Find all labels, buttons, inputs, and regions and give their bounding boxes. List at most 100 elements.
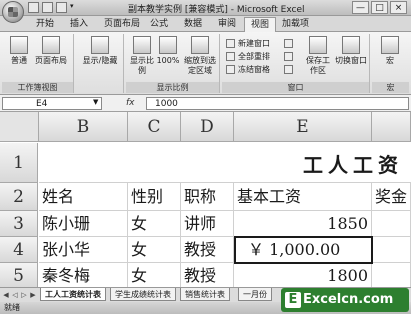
sheet-tab-sales[interactable]: 销售统计表 xyxy=(180,288,230,301)
undo-icon[interactable] xyxy=(42,2,53,13)
table-cell[interactable]: 张小华 xyxy=(39,237,128,263)
ribbon: 普通 页面布局 工作簿视图 显示/隐藏 显示比例 100% 缩放到选定区域 显示… xyxy=(0,32,411,95)
tab-insert[interactable]: 插入 xyxy=(64,17,94,32)
prev-sheet-icon[interactable]: ◁ xyxy=(11,290,19,300)
table-cell[interactable]: 教授 xyxy=(181,237,234,263)
page-layout-view-button[interactable]: 页面布局 xyxy=(34,36,68,66)
zoom-button[interactable]: 显示比例 xyxy=(128,36,156,76)
close-button[interactable]: × xyxy=(390,1,407,14)
office-button[interactable] xyxy=(2,1,24,23)
window-title: 副本教学实例 [兼容模式] - Microsoft Excel xyxy=(128,5,305,15)
table-cell[interactable]: 女 xyxy=(128,263,181,287)
excel-logo-icon: E xyxy=(285,292,301,308)
zoom-100-button[interactable]: 100% xyxy=(156,36,180,66)
tab-formulas[interactable]: 公式 xyxy=(144,17,174,32)
show-hide-button[interactable]: 显示/隐藏 xyxy=(80,36,120,66)
column-header-d[interactable]: D xyxy=(181,112,234,142)
first-sheet-icon[interactable]: ◀ xyxy=(2,290,10,300)
row-header-3[interactable]: 3 xyxy=(0,211,38,237)
page-layout-view-label: 页面布局 xyxy=(35,56,67,65)
hide-icon xyxy=(284,52,293,61)
table-cell[interactable]: 1800 xyxy=(234,263,372,287)
freeze-panes-label: 冻结窗格 xyxy=(238,65,270,74)
save-icon[interactable] xyxy=(28,2,39,13)
column-header-c[interactable]: C xyxy=(128,112,181,142)
tab-data[interactable]: 数据 xyxy=(178,17,208,32)
save-workspace-button[interactable]: 保存工作区 xyxy=(304,36,332,76)
tab-home[interactable]: 开始 xyxy=(30,17,60,32)
zoom-100-icon xyxy=(159,36,177,54)
macros-button[interactable]: 宏 xyxy=(377,36,403,66)
hide-button[interactable] xyxy=(284,51,294,62)
status-text: 就绪 xyxy=(4,303,20,312)
freeze-panes-icon xyxy=(226,65,235,74)
unhide-button[interactable] xyxy=(284,64,294,75)
select-all-corner[interactable] xyxy=(0,112,39,142)
table-cell[interactable]: 教授 xyxy=(181,263,234,287)
column-header-e[interactable]: E xyxy=(234,112,372,142)
table-cell[interactable] xyxy=(372,263,411,287)
active-cell-border xyxy=(234,236,373,264)
formula-bar: E4 ▼ fx 1000 xyxy=(0,95,411,112)
row-header-1[interactable]: 1 xyxy=(0,143,38,183)
table-cell[interactable]: 1850 xyxy=(234,211,372,237)
new-window-button[interactable]: 新建窗口 xyxy=(226,38,270,49)
redo-icon[interactable] xyxy=(56,2,67,13)
fx-label[interactable]: fx xyxy=(106,97,146,110)
column-header-b[interactable]: B xyxy=(39,112,128,142)
sheet-tab-january[interactable]: 一月份 xyxy=(238,288,272,301)
arrange-all-icon xyxy=(226,52,235,61)
title-bar: ▾ 副本教学实例 [兼容模式] - Microsoft Excel — □ × xyxy=(0,0,411,16)
row-header-2[interactable]: 2 xyxy=(0,183,38,211)
unhide-icon xyxy=(284,65,293,74)
zoom-selection-label: 缩放到选定区域 xyxy=(184,56,216,75)
tab-add-ins[interactable]: 加载项 xyxy=(276,17,315,32)
magnifier-icon xyxy=(133,36,151,54)
normal-view-button[interactable]: 普通 xyxy=(6,36,32,66)
save-workspace-label: 保存工作区 xyxy=(306,56,330,75)
sheet-tab-grades[interactable]: 学生成绩统计表 xyxy=(110,288,176,301)
freeze-panes-button[interactable]: 冻结窗格 xyxy=(226,64,270,75)
header-cell-title[interactable]: 职称 xyxy=(181,183,234,211)
zoom-group-label: 显示比例 xyxy=(126,82,219,93)
tab-page-layout[interactable]: 页面布局 xyxy=(98,17,146,32)
header-cell-base-salary[interactable]: 基本工资 xyxy=(234,183,372,211)
window-group-label: 窗口 xyxy=(222,82,369,93)
name-box-dropdown-icon[interactable]: ▼ xyxy=(93,98,98,106)
table-cell[interactable] xyxy=(372,237,411,263)
row-header-5[interactable]: 5 xyxy=(0,263,38,287)
formula-input[interactable]: 1000 xyxy=(146,97,409,110)
group-workbook-views: 普通 页面布局 工作簿视图 xyxy=(2,34,74,93)
table-cell[interactable]: 秦冬梅 xyxy=(39,263,128,287)
show-hide-label: 显示/隐藏 xyxy=(82,56,118,65)
table-cell[interactable]: 女 xyxy=(128,237,181,263)
last-sheet-icon[interactable]: ▶ xyxy=(29,290,37,300)
split-icon xyxy=(284,39,293,48)
spreadsheet-grid: B C D E 1 2 3 4 5 工人工资 姓名 性别 职称 基本工资 奖金 … xyxy=(0,112,411,287)
name-box[interactable]: E4 xyxy=(2,97,102,110)
macros-icon xyxy=(381,36,399,54)
table-cell[interactable]: 陈小珊 xyxy=(39,211,128,237)
sheet-tab-salary[interactable]: 工人工资统计表 xyxy=(40,288,106,301)
arrange-all-button[interactable]: 全部重排 xyxy=(226,51,270,62)
switch-windows-button[interactable]: 切换窗口 xyxy=(334,36,368,66)
maximize-button[interactable]: □ xyxy=(371,1,388,14)
split-button[interactable] xyxy=(284,38,294,49)
tab-review[interactable]: 审阅 xyxy=(212,17,242,32)
minimize-button[interactable]: — xyxy=(352,1,369,14)
title-cell[interactable]: 工人工资 xyxy=(39,143,411,183)
header-cell-name[interactable]: 姓名 xyxy=(39,183,128,211)
header-cell-gender[interactable]: 性别 xyxy=(128,183,181,211)
table-cell[interactable] xyxy=(372,211,411,237)
zoom-selection-button[interactable]: 缩放到选定区域 xyxy=(182,36,218,76)
row-header-4[interactable]: 4 xyxy=(0,237,38,263)
normal-view-icon xyxy=(10,36,28,54)
column-header-f[interactable] xyxy=(372,112,411,142)
next-sheet-icon[interactable]: ▷ xyxy=(20,290,28,300)
table-cell[interactable]: 讲师 xyxy=(181,211,234,237)
tab-view[interactable]: 视图 xyxy=(244,17,277,33)
page-layout-view-icon xyxy=(42,36,60,54)
header-cell-bonus[interactable]: 奖金 xyxy=(372,183,411,211)
table-cell[interactable]: 女 xyxy=(128,211,181,237)
qat-customize-icon[interactable]: ▾ xyxy=(70,2,78,13)
